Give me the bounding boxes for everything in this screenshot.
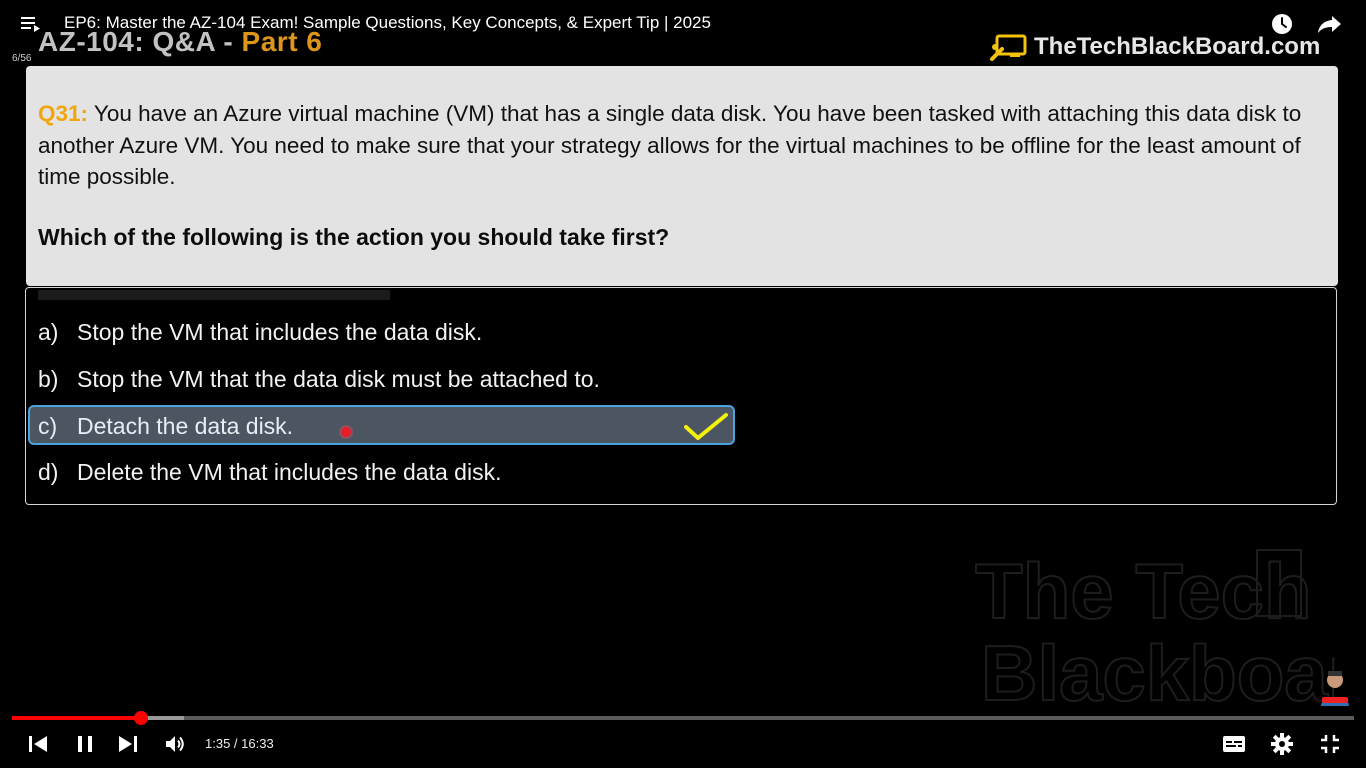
answer-option-a: a) Stop the VM that includes the data di… [38, 315, 482, 349]
question-card: Q31: You have an Azure virtual machine (… [26, 66, 1338, 286]
presenter-avatar [1321, 671, 1349, 706]
answer-option-c: c) Detach the data disk. [38, 409, 293, 443]
answer-text: Stop the VM that includes the data disk. [77, 318, 483, 345]
time-display: 1:35 / 16:33 [205, 736, 274, 751]
answer-letter: c) [38, 412, 58, 439]
answer-letter: b) [38, 365, 59, 392]
slide-title-part: Part 6 [241, 26, 323, 57]
watermark-line-1: The Tech [975, 547, 1312, 635]
volume-icon[interactable] [163, 732, 187, 756]
exit-fullscreen-icon[interactable] [1318, 732, 1342, 756]
question-text: Q31: You have an Azure virtual machine (… [38, 98, 1328, 193]
progress-played [12, 716, 141, 720]
checkmark-icon [684, 413, 728, 440]
brand-name: TheTechBlackBoard.com [1034, 33, 1321, 60]
progress-track[interactable] [12, 716, 1354, 720]
answer-text: Detach the data disk. [77, 412, 294, 439]
answer-text: Stop the VM that the data disk must be a… [77, 365, 600, 392]
question-prompt: Which of the following is the action you… [38, 224, 670, 250]
pause-icon[interactable] [73, 732, 97, 756]
question-number: Q31: [38, 101, 89, 126]
watermark-line-2: Blackboard [981, 629, 1335, 710]
answer-option-b: b) Stop the VM that the data disk must b… [38, 362, 600, 396]
share-arrow-icon[interactable] [1317, 12, 1343, 36]
answers-header-bar [38, 290, 390, 300]
brand: TheTechBlackBoard.com [990, 32, 1320, 62]
answer-option-d: d) Delete the VM that includes the data … [38, 455, 501, 489]
slide-title: AZ-104: Q&A - Part 6 [38, 26, 322, 58]
brand-watermark: The Tech Blackboard [975, 546, 1335, 710]
question-body: You have an Azure virtual machine (VM) t… [38, 101, 1302, 189]
subtitles-icon[interactable] [1222, 732, 1246, 756]
gear-icon[interactable] [1270, 732, 1294, 756]
skip-next-icon[interactable] [116, 732, 140, 756]
answer-letter: d) [38, 458, 59, 485]
progress-scrubber-handle[interactable] [134, 711, 148, 725]
answer-text: Delete the VM that includes the data dis… [77, 458, 502, 485]
answer-letter: a) [38, 318, 59, 345]
laser-pointer-dot [341, 427, 351, 437]
skip-previous-icon[interactable] [26, 732, 50, 756]
slide-title-main: AZ-104: Q&A - [38, 26, 242, 57]
blackboard-logo-icon [990, 34, 1027, 61]
playlist-index: 6/56 [12, 53, 32, 64]
